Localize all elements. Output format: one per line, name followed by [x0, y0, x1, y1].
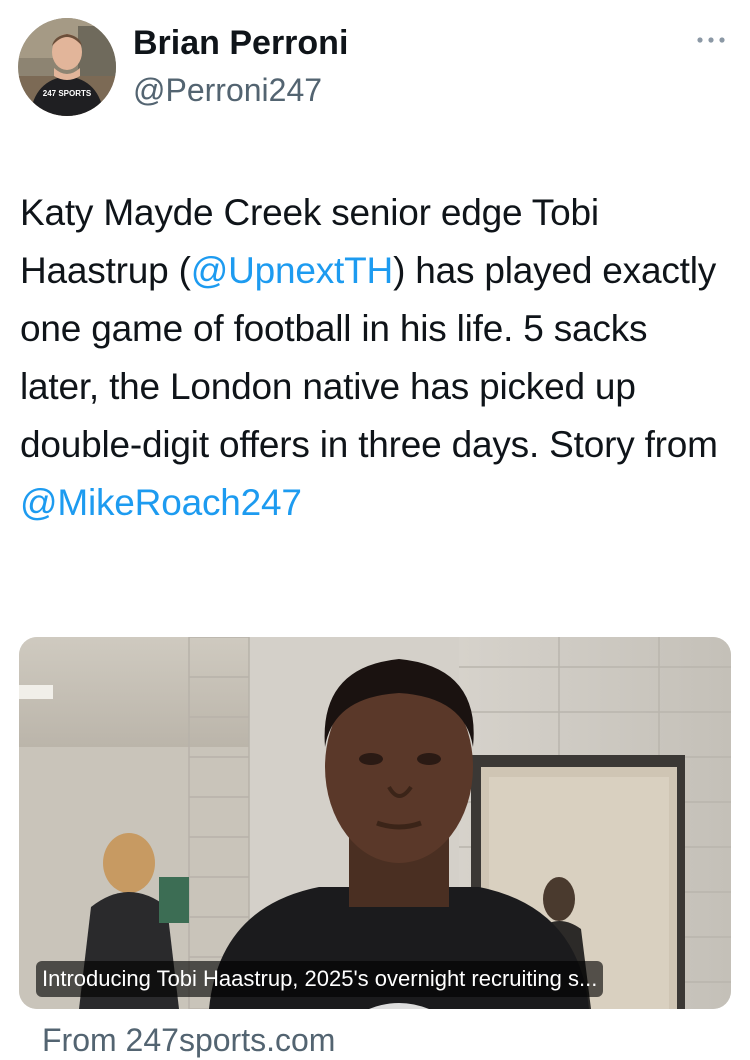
more-dots-icon [697, 37, 725, 43]
mention-link-mikeroach247[interactable]: @MikeRoach247 [20, 482, 302, 523]
author-display-name[interactable]: Brian Perroni [133, 22, 348, 64]
tweet-text: Katy Mayde Creek senior edge Tobi Haastr… [20, 184, 732, 532]
author-handle[interactable]: @Perroni247 [133, 70, 348, 110]
card-photo [19, 637, 731, 1009]
author-avatar[interactable]: 247 SPORTS [18, 18, 116, 116]
shirt-logo-text: 247 SPORTS [43, 89, 92, 98]
card-source-link[interactable]: From 247sports.com [42, 1020, 335, 1060]
more-options-button[interactable] [694, 30, 728, 50]
mention-link-upnextth[interactable]: @UpnextTH [191, 250, 394, 291]
tweet[interactable]: 247 SPORTS Brian Perroni @Perroni247 Kat… [0, 0, 750, 1060]
author-info: Brian Perroni @Perroni247 [133, 22, 348, 110]
avatar-photo-icon: 247 SPORTS [18, 18, 116, 116]
link-card[interactable]: Introducing Tobi Haastrup, 2025's overni… [19, 637, 731, 1009]
card-title: Introducing Tobi Haastrup, 2025's overni… [36, 961, 604, 997]
